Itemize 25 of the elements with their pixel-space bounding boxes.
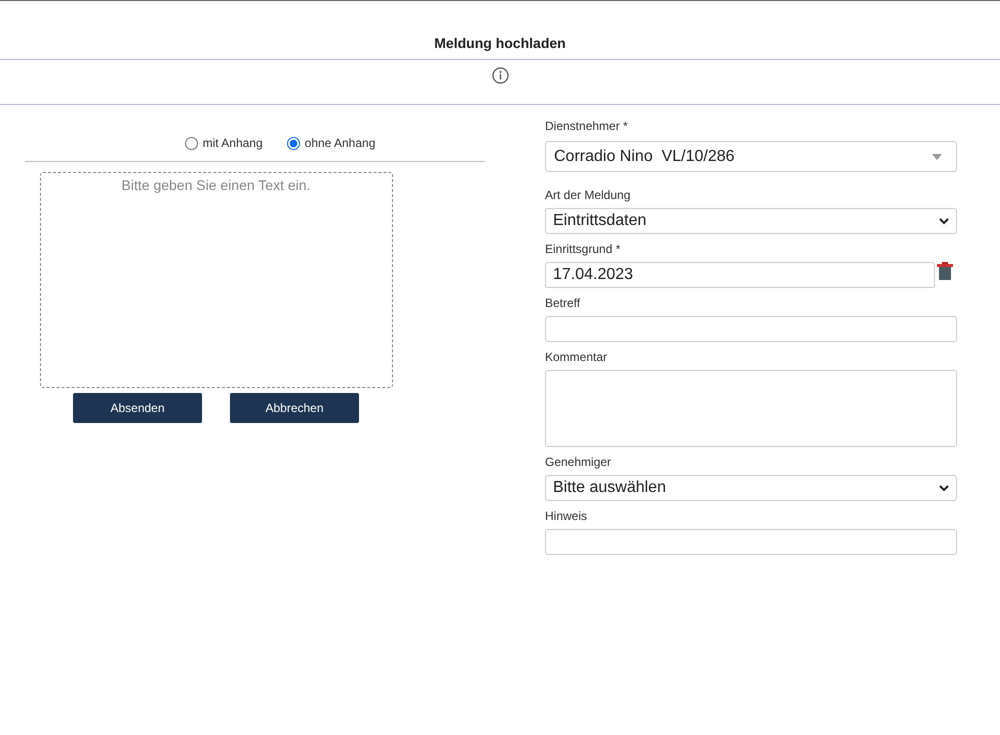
caret-icon (932, 154, 942, 160)
field-label: Dienstnehmer * (545, 119, 629, 133)
comment-textarea[interactable] (545, 370, 957, 447)
text-field[interactable] (545, 316, 957, 342)
field-label: Hinweis (545, 509, 588, 523)
field-label: Art der Meldung (545, 188, 632, 202)
text-field[interactable] (545, 529, 957, 555)
trash-icon[interactable] (937, 262, 953, 280)
field-label: Betreff (545, 296, 582, 310)
dropdown-field[interactable]: Corradio Nino VL/10/286 (545, 141, 957, 172)
dialog-title: Meldung hochladen (434, 35, 566, 51)
action-button[interactable]: Abbrechen (230, 393, 359, 423)
info-icon[interactable] (492, 67, 508, 84)
chevron-icon (939, 484, 949, 492)
select-field[interactable]: Bitte auswählen (545, 475, 957, 501)
radio-option[interactable]: mit Anhang (184, 131, 263, 155)
radio-option[interactable]: ohne Anhang (286, 131, 376, 155)
field-label: Einrittsgrund * (545, 242, 622, 256)
field-label: Kommentar (545, 350, 608, 364)
select-field[interactable]: Eintrittsdaten (545, 208, 957, 234)
message-textarea[interactable]: Bitte geben Sie einen Text ein. (40, 172, 392, 388)
action-button[interactable]: Absenden (73, 393, 202, 423)
chevron-icon (939, 218, 949, 224)
date-field[interactable]: 17.04.2023 (545, 262, 935, 288)
field-label: Genehmiger (545, 455, 612, 469)
